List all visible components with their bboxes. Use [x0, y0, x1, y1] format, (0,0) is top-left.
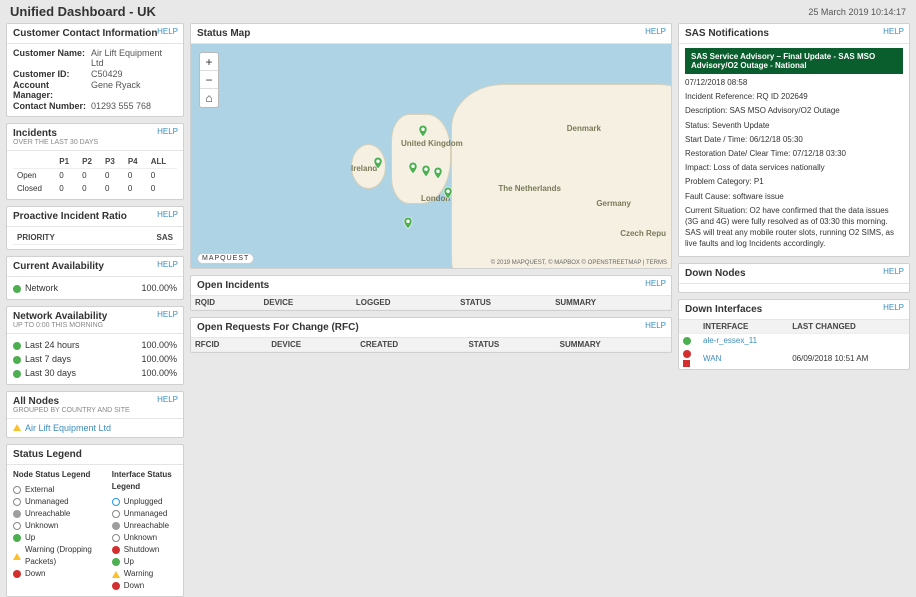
down-icon [683, 360, 690, 367]
warning-icon [112, 571, 120, 578]
incidents-table: P1P2P3P4ALL Open00000 Closed00000 [13, 155, 177, 195]
map-pin[interactable] [431, 164, 445, 182]
unknown-icon [13, 522, 21, 530]
shutdown-icon [112, 546, 120, 554]
status-dot [683, 350, 691, 358]
unmanaged-icon [13, 498, 21, 506]
pir-panel: HELP Proactive Incident Ratio PRIORITYSA… [6, 206, 184, 250]
down-nodes-panel: HELP Down Nodes [678, 263, 910, 293]
incidents-panel: HELP IncidentsOVER THE LAST 30 DAYS P1P2… [6, 123, 184, 200]
up-icon [13, 534, 21, 542]
status-dot [13, 285, 21, 293]
zoom-in[interactable]: + [200, 53, 218, 71]
help-link[interactable]: HELP [645, 279, 666, 288]
map-pin[interactable] [441, 184, 455, 202]
help-link[interactable]: HELP [883, 267, 904, 276]
map-pin[interactable] [401, 214, 415, 232]
interface-link[interactable]: ale-r_essex_11 [703, 336, 757, 345]
node-link[interactable]: Air Lift Equipment Ltd [25, 423, 111, 433]
status-dot [13, 370, 21, 378]
help-link[interactable]: HELP [157, 310, 178, 319]
all-nodes-panel: HELP All NodesGROUPED BY COUNTRY AND SIT… [6, 391, 184, 438]
help-link[interactable]: HELP [157, 127, 178, 136]
map-pin[interactable] [406, 159, 420, 177]
map-attribution: © 2019 MAPQUEST, © MAPBOX © OPENSTREETMA… [491, 260, 667, 266]
help-link[interactable]: HELP [157, 210, 178, 219]
map-canvas[interactable]: United Kingdom Ireland London Denmark Th… [191, 44, 671, 268]
help-link[interactable]: HELP [883, 27, 904, 36]
open-rfc-panel: HELP Open Requests For Change (RFC) RFCI… [190, 317, 672, 353]
table-row: ale-r_essex_11 [679, 334, 909, 348]
help-link[interactable]: HELP [645, 321, 666, 330]
timestamp: 25 March 2019 10:14:17 [808, 7, 906, 17]
status-dot [13, 342, 21, 350]
sas-notifications-panel: HELP SAS Notifications SAS Service Advis… [678, 23, 910, 257]
legend-panel: Status Legend Node Status Legend Externa… [6, 444, 184, 597]
contact-panel: HELP Customer Contact Information Custom… [6, 23, 184, 117]
help-link[interactable]: HELP [645, 27, 666, 36]
unmanaged-icon [112, 510, 120, 518]
unplugged-icon [112, 498, 120, 506]
open-incidents-panel: HELP Open Incidents RQIDDEVICELOGGEDSTAT… [190, 275, 672, 311]
unknown-icon [112, 534, 120, 542]
map-pin[interactable] [416, 122, 430, 140]
status-dot [683, 337, 691, 345]
help-link[interactable]: HELP [883, 303, 904, 312]
help-link[interactable]: HELP [157, 27, 178, 36]
warning-icon [13, 553, 21, 560]
unreachable-icon [112, 522, 120, 530]
zoom-control: +−⌂ [199, 52, 219, 108]
help-link[interactable]: HELP [157, 395, 178, 404]
down-interfaces-panel: HELP Down Interfaces INTERFACELAST CHANG… [678, 299, 910, 370]
page-title: Unified Dashboard - UK [10, 4, 156, 19]
zoom-home[interactable]: ⌂ [200, 89, 218, 107]
status-dot [13, 356, 21, 364]
down-icon [13, 570, 21, 578]
down-icon [112, 582, 120, 590]
interface-link[interactable]: WAN [703, 354, 721, 363]
map-pin[interactable] [371, 154, 385, 172]
help-link[interactable]: HELP [157, 260, 178, 269]
warning-icon [13, 424, 21, 431]
table-row: WAN06/09/2018 10:51 AM [679, 347, 909, 369]
sas-alert[interactable]: SAS Service Advisory – Final Update - SA… [685, 48, 903, 74]
zoom-out[interactable]: − [200, 71, 218, 89]
current-avail-panel: HELP Current Availability Network100.00% [6, 256, 184, 300]
network-avail-panel: HELP Network AvailabilityUP TO 0:00 THIS… [6, 306, 184, 385]
mapquest-logo: MAPQUEST [197, 253, 254, 264]
status-map-panel: HELP Status Map United Kingdom Ireland L… [190, 23, 672, 269]
unreachable-icon [13, 510, 21, 518]
up-icon [112, 558, 120, 566]
external-icon [13, 486, 21, 494]
